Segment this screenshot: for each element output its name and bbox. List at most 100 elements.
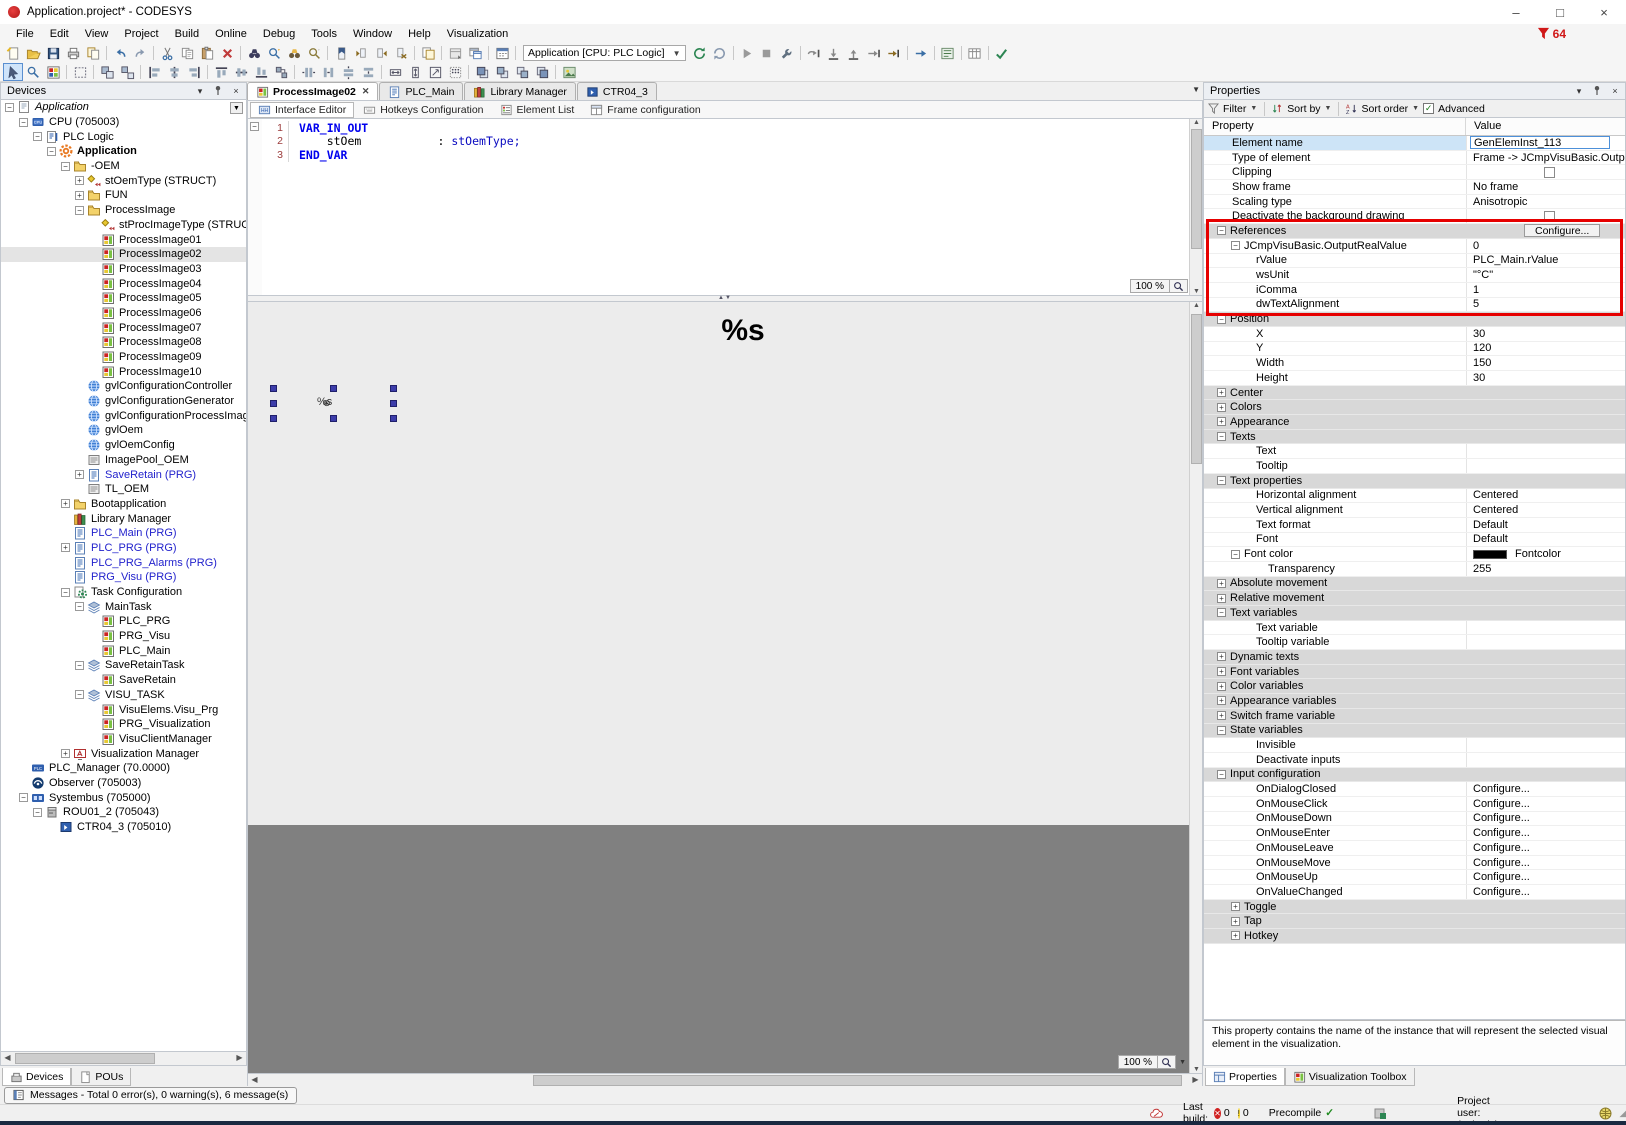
sort-order-button[interactable]: Sort order <box>1361 103 1408 115</box>
tree-item-application[interactable]: −Application <box>1 100 246 115</box>
pin-icon[interactable] <box>1591 85 1603 97</box>
redo-icon[interactable] <box>130 44 150 62</box>
bookmark-clear-icon[interactable] <box>391 44 411 62</box>
tree-item-saveretain[interactable]: SaveRetain <box>1 673 246 688</box>
tree-item-plc-manager-70-0000-[interactable]: PLCPLC_Manager (70.0000) <box>1 761 246 776</box>
tree-item-gvloem[interactable]: gvlOem <box>1 423 246 438</box>
property-value[interactable]: Configure... <box>1473 857 1530 869</box>
scroll-left-icon[interactable]: ◀ <box>248 1074 261 1086</box>
resize-grip[interactable]: ◢ <box>1620 1108 1626 1119</box>
checkbox[interactable] <box>1544 211 1555 222</box>
select-icon[interactable] <box>3 63 23 81</box>
tab-pous[interactable]: POUs <box>71 1068 131 1086</box>
property-row-jcmpvisubasic-outputrealvalue[interactable]: −JCmpVisuBasic.OutputRealValue0 <box>1204 239 1625 254</box>
scroll-right-icon[interactable]: ▶ <box>233 1052 246 1064</box>
tree-item-processimage06[interactable]: ProcessImage06 <box>1 306 246 321</box>
collapse-icon[interactable]: − <box>1231 550 1240 559</box>
property-group-references[interactable]: −ReferencesConfigure... <box>1204 224 1625 239</box>
tree-item-systembus-705000-[interactable]: −Systembus (705000) <box>1 790 246 805</box>
new-icon[interactable] <box>3 44 23 62</box>
collapse-icon[interactable]: − <box>5 103 14 112</box>
property-group-hotkey[interactable]: +Hotkey <box>1204 929 1625 944</box>
tree-item-fun[interactable]: +FUN <box>1 188 246 203</box>
value-column-header[interactable]: Value <box>1466 118 1501 135</box>
sort-by-button[interactable]: Sort by <box>1287 103 1320 115</box>
property-row-tooltip-variable[interactable]: Tooltip variable <box>1204 635 1625 650</box>
property-group-texts[interactable]: −Texts <box>1204 430 1625 445</box>
checkbox[interactable] <box>1544 167 1555 178</box>
tree-item-visuclientmanager[interactable]: VisuClientManager <box>1 732 246 747</box>
subtab-hotkeys-configuration[interactable]: Hotkeys Configuration <box>356 102 490 118</box>
search-inc-icon[interactable] <box>264 44 284 62</box>
collapse-icon[interactable]: − <box>61 588 70 597</box>
step-instruction-icon[interactable] <box>864 44 884 62</box>
doc-tab-library-manager[interactable]: Library Manager <box>464 82 575 100</box>
property-group-color-variables[interactable]: +Color variables <box>1204 679 1625 694</box>
tree-item-imagepool-oem[interactable]: ImagePool_OEM <box>1 453 246 468</box>
property-value[interactable]: 1 <box>1473 284 1479 296</box>
collapse-icon[interactable]: − <box>1217 608 1226 617</box>
property-value[interactable]: Frame -> JCmpVisuBasic.OutputRe... <box>1473 152 1625 164</box>
selection-handle[interactable] <box>330 415 337 422</box>
find2-icon[interactable] <box>284 44 304 62</box>
property-row-onmouseup[interactable]: OnMouseUpConfigure... <box>1204 870 1625 885</box>
expand-icon[interactable]: + <box>75 176 84 185</box>
messages-tab[interactable]: Messages - Total 0 error(s), 0 warning(s… <box>4 1087 297 1104</box>
property-row-onmouseclick[interactable]: OnMouseClickConfigure... <box>1204 797 1625 812</box>
expand-icon[interactable]: + <box>61 543 70 552</box>
property-row-onmousemove[interactable]: OnMouseMoveConfigure... <box>1204 856 1625 871</box>
selection-handle[interactable] <box>270 385 277 392</box>
canvas-vscrollbar[interactable]: ▲ ▼ <box>1189 302 1202 1073</box>
property-row-vertical-alignment[interactable]: Vertical alignmentCentered <box>1204 503 1625 518</box>
property-row-width[interactable]: Width150 <box>1204 356 1625 371</box>
property-value[interactable]: No frame <box>1473 181 1518 193</box>
magnifier-icon[interactable] <box>1170 279 1188 293</box>
menu-debug[interactable]: Debug <box>255 24 303 43</box>
collapse-icon[interactable]: − <box>1217 476 1226 485</box>
expand-icon[interactable]: + <box>1217 417 1226 426</box>
tree-item-stprocimagetype-struct-[interactable]: stProcImageType (STRUCT) <box>1 218 246 233</box>
tree-item-bootapplication[interactable]: +Bootapplication <box>1 497 246 512</box>
expand-icon[interactable]: + <box>1231 931 1240 940</box>
property-value[interactable]: Configure... <box>1473 886 1530 898</box>
scroll-thumb[interactable] <box>15 1053 155 1064</box>
pin-icon[interactable] <box>212 85 224 97</box>
property-row-deactivate-inputs[interactable]: Deactivate inputs <box>1204 753 1625 768</box>
step-over-icon[interactable] <box>804 44 824 62</box>
space-v2-icon[interactable] <box>358 63 378 81</box>
collapse-icon[interactable]: − <box>33 132 42 141</box>
property-row-dwtextalignment[interactable]: dwTextAlignment5 <box>1204 298 1625 313</box>
collapse-icon[interactable]: − <box>47 147 56 156</box>
property-row-ondialogclosed[interactable]: OnDialogClosedConfigure... <box>1204 782 1625 797</box>
property-row-deactivate-the-background-drawing[interactable]: Deactivate the background drawing <box>1204 209 1625 224</box>
login-icon[interactable] <box>690 44 710 62</box>
scroll-right-icon[interactable]: ▶ <box>1189 1074 1202 1086</box>
property-group-text-variables[interactable]: −Text variables <box>1204 606 1625 621</box>
selection-handle[interactable] <box>390 385 397 392</box>
collapse-icon[interactable]: − <box>1217 315 1226 324</box>
panel-menu-icon[interactable]: ▾ <box>1573 86 1585 97</box>
trace-icon[interactable] <box>965 44 985 62</box>
doc-tab-ctr04-3[interactable]: CTR04_3 <box>577 82 657 100</box>
copy-special-icon[interactable] <box>83 44 103 62</box>
property-value[interactable]: 30 <box>1473 372 1485 384</box>
close-icon[interactable]: × <box>1609 86 1621 96</box>
tree-item-rou01-2-705043-[interactable]: −ROU01_2 (705043) <box>1 805 246 820</box>
collapse-icon[interactable]: − <box>75 602 84 611</box>
collapse-icon[interactable]: − <box>61 162 70 171</box>
code-fold-icon[interactable]: − <box>250 122 259 131</box>
size-h-icon[interactable] <box>405 63 425 81</box>
order-front-icon[interactable] <box>472 63 492 81</box>
expand-icon[interactable]: + <box>1217 682 1226 691</box>
subtab-frame-configuration[interactable]: Frame configuration <box>583 102 707 118</box>
collapse-icon[interactable]: − <box>75 661 84 670</box>
logout-icon[interactable] <box>710 44 730 62</box>
open-icon[interactable] <box>23 44 43 62</box>
property-value[interactable]: Default <box>1473 533 1508 545</box>
property-group-tap[interactable]: +Tap <box>1204 914 1625 929</box>
menu-tools[interactable]: Tools <box>303 24 345 43</box>
save-icon[interactable] <box>43 44 63 62</box>
property-group-text-properties[interactable]: −Text properties <box>1204 474 1625 489</box>
tree-item-stoemtype-struct-[interactable]: +stOemType (STRUCT) <box>1 173 246 188</box>
property-row-onmousedown[interactable]: OnMouseDownConfigure... <box>1204 812 1625 827</box>
